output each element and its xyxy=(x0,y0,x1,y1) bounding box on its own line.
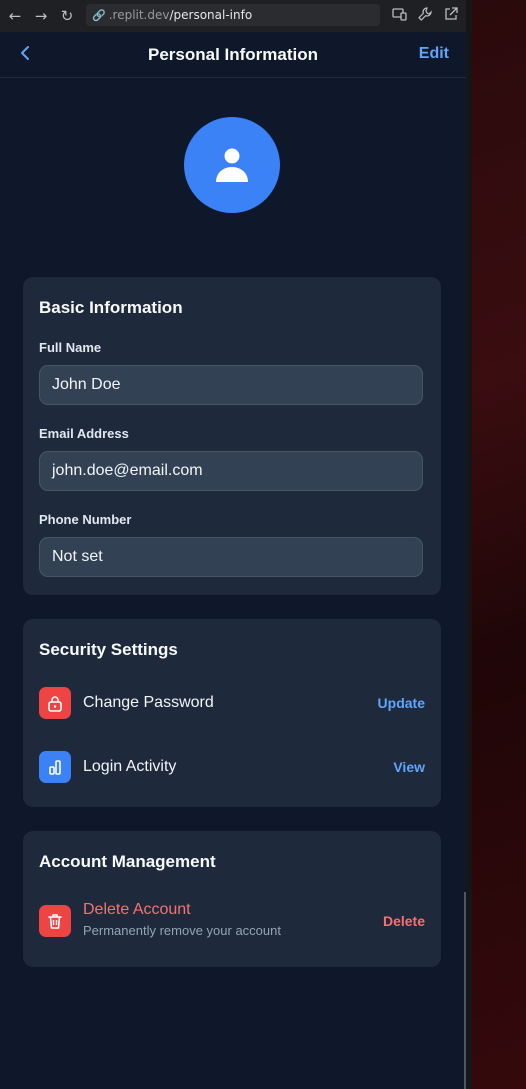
security-settings-card: Security Settings Change Password Update… xyxy=(23,619,441,807)
devices-icon[interactable] xyxy=(390,5,408,23)
delete-account-row[interactable]: Delete Account Permanently remove your a… xyxy=(39,901,425,938)
delete-button[interactable]: Delete xyxy=(383,913,425,929)
full-name-field[interactable]: John Doe xyxy=(39,365,423,405)
email-label: Email Address xyxy=(39,426,129,441)
url-path: /personal-info xyxy=(169,8,253,22)
scrollbar[interactable] xyxy=(464,892,466,1089)
app-header: Personal Information Edit xyxy=(0,32,466,78)
lock-icon xyxy=(39,687,71,719)
back-arrow-icon[interactable]: ← xyxy=(4,5,26,27)
edit-button[interactable]: Edit xyxy=(419,45,449,63)
user-icon xyxy=(216,148,248,182)
avatar[interactable] xyxy=(184,117,280,213)
update-button[interactable]: Update xyxy=(378,695,425,711)
delete-account-title: Delete Account xyxy=(83,901,191,918)
window-divider xyxy=(466,0,472,1089)
phone-field[interactable]: Not set xyxy=(39,537,423,577)
desktop-background xyxy=(466,0,526,1089)
view-button[interactable]: View xyxy=(393,759,425,775)
delete-account-subtitle: Permanently remove your account xyxy=(83,923,281,938)
address-bar[interactable]: 🔗 .replit.dev/personal-info xyxy=(86,4,380,26)
forward-arrow-icon[interactable]: → xyxy=(30,5,52,27)
browser-window: ← → ↻ 🔗 .replit.dev/personal-info Person… xyxy=(0,0,466,1089)
link-icon: 🔗 xyxy=(92,8,106,22)
phone-label: Phone Number xyxy=(39,512,132,527)
change-password-label: Change Password xyxy=(83,694,214,711)
card-title: Account Management xyxy=(39,852,216,871)
browser-toolbar: ← → ↻ 🔗 .replit.dev/personal-info xyxy=(0,0,466,32)
full-name-label: Full Name xyxy=(39,340,102,355)
open-external-icon[interactable] xyxy=(442,5,460,23)
trash-icon xyxy=(39,905,71,937)
login-activity-label: Login Activity xyxy=(83,758,177,775)
account-management-card: Account Management Delete Account Perman… xyxy=(23,831,441,967)
basic-information-card: Basic Information Full Name John Doe Ema… xyxy=(23,277,441,595)
card-title: Security Settings xyxy=(39,640,178,659)
card-title: Basic Information xyxy=(39,298,183,317)
change-password-row[interactable]: Change Password Update xyxy=(39,687,425,719)
email-field[interactable]: john.doe@email.com xyxy=(39,451,423,491)
url-host: .replit.dev xyxy=(108,8,170,22)
login-activity-row[interactable]: Login Activity View xyxy=(39,751,425,783)
page-title: Personal Information xyxy=(147,45,319,64)
wrench-icon[interactable] xyxy=(416,5,434,23)
reload-icon[interactable]: ↻ xyxy=(56,5,78,27)
activity-icon xyxy=(39,751,71,783)
